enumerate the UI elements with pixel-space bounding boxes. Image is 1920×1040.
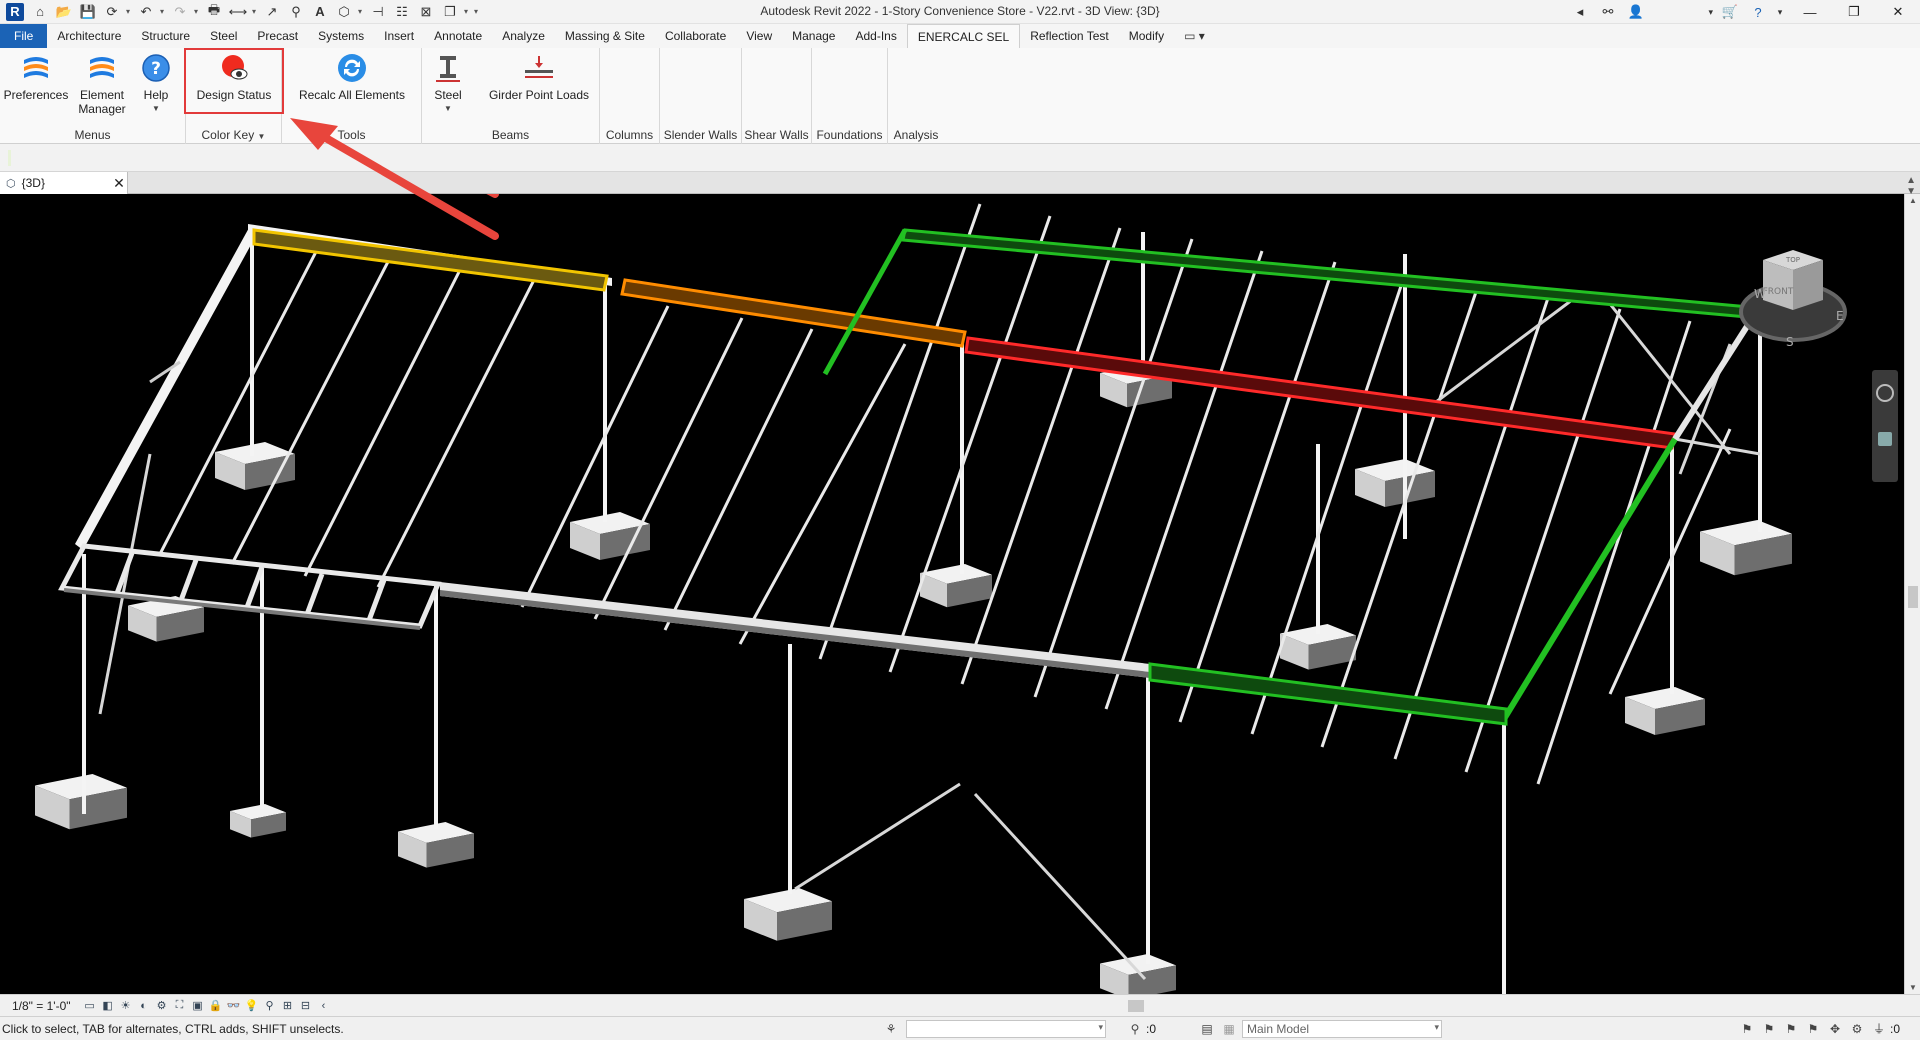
scroll-up-icon[interactable]: ▲ xyxy=(1905,196,1920,205)
temp-hide-icon[interactable]: 👓 xyxy=(226,998,242,1014)
scroll-down-icon[interactable]: ▼ xyxy=(1905,983,1920,992)
highlight-displacement-icon[interactable]: ⊞ xyxy=(280,998,296,1014)
design-option-value: Main Model xyxy=(1247,1021,1310,1036)
columns xyxy=(82,228,1762,994)
shadows-icon[interactable]: ◐ xyxy=(136,998,152,1014)
select-underlay-icon[interactable]: ⚑ xyxy=(1760,1020,1778,1038)
select-pinned-icon[interactable]: ⚑ xyxy=(1782,1020,1800,1038)
status-bar: Click to select, TAB for alternates, CTR… xyxy=(0,1016,1920,1040)
steering-wheel-icon[interactable] xyxy=(1876,384,1894,402)
rendering-icon[interactable]: ⚙ xyxy=(154,998,170,1014)
beam-green-front[interactable] xyxy=(1148,662,1508,726)
lock-view-icon[interactable]: 🔒 xyxy=(208,998,224,1014)
reveal-hidden-icon[interactable]: 💡 xyxy=(244,998,260,1014)
design-options-toggle-icon[interactable]: ▦ xyxy=(1220,1020,1238,1038)
constraints-icon[interactable]: ⊟ xyxy=(298,998,314,1014)
select-links-icon[interactable]: ⚑ xyxy=(1738,1020,1756,1038)
view-scale[interactable]: 1/8" = 1'-0" xyxy=(0,999,81,1013)
analytical-model-icon[interactable]: ⚲ xyxy=(262,998,278,1014)
viewcube[interactable]: TOP FRONT W S E xyxy=(1739,250,1847,349)
vertical-scrollbar[interactable]: ▲ ▼ xyxy=(1904,194,1920,994)
design-option-combo[interactable]: Main Model ▾ xyxy=(1242,1019,1443,1038)
show-crop-icon[interactable]: ▣ xyxy=(190,998,206,1014)
model-canvas[interactable]: TOP FRONT W S E xyxy=(0,194,1904,994)
detail-level-icon[interactable]: ▭ xyxy=(82,998,98,1014)
vertical-scroll-thumb[interactable] xyxy=(1908,586,1918,608)
filter-count: :0 xyxy=(1889,1021,1900,1036)
select-by-face-icon[interactable]: ⚑ xyxy=(1804,1020,1822,1038)
annotation-arrow-overlay xyxy=(290,118,499,240)
revit-window: R ⌂ 📂 💾 ⟳ ▾ ↶ ▾ ↷ ▾ 🖶 ⟷ ▾ ↗ ⚲ A ⬡ ▾ ⊣ ☷ ⊠ ❐ ▾ … xyxy=(0,0,1920,1040)
design-option-dropdown-icon[interactable]: ▾ xyxy=(1434,1022,1439,1033)
workset-count: :0 xyxy=(1146,1021,1157,1036)
compass-w-label[interactable]: W xyxy=(1754,287,1766,301)
filter-icon[interactable]: ⏚ xyxy=(1870,1020,1888,1038)
background-processes-icon[interactable]: ⚙ xyxy=(1848,1020,1866,1038)
view-control-bar: 1/8" = 1'-0" ▭ ◧ ☀ ◐ ⚙ ⛶ ▣ 🔒 👓 💡 ⚲ ⊞ ⊟ ‹ xyxy=(0,994,1920,1016)
beam-red-failing[interactable] xyxy=(964,336,1677,450)
horizontal-scrollbar[interactable] xyxy=(382,999,1902,1013)
compass-e-label[interactable]: E xyxy=(1836,309,1844,323)
collapse-icon[interactable]: ‹ xyxy=(316,998,332,1014)
workset-dropdown-icon[interactable]: ▾ xyxy=(1098,1022,1103,1033)
horizontal-scroll-thumb[interactable] xyxy=(1128,1000,1144,1012)
sun-path-icon[interactable]: ☀ xyxy=(118,998,134,1014)
status-message: Click to select, TAB for alternates, CTR… xyxy=(2,1021,344,1036)
3d-viewport[interactable]: TOP FRONT W S E xyxy=(0,194,1904,994)
editing-requests-icon[interactable]: ⚲ xyxy=(1126,1020,1144,1038)
drag-elements-icon[interactable]: ✥ xyxy=(1826,1020,1844,1038)
navigation-bar[interactable] xyxy=(1872,370,1898,482)
visual-style-icon[interactable]: ◧ xyxy=(100,998,116,1014)
compass-s-label[interactable]: S xyxy=(1786,335,1794,349)
front-beam xyxy=(440,582,1150,678)
design-options-icon[interactable]: ▤ xyxy=(1198,1020,1216,1038)
crop-view-icon[interactable]: ⛶ xyxy=(172,998,188,1014)
zoom-icon[interactable] xyxy=(1878,432,1892,446)
workset-combo[interactable]: ▾ xyxy=(906,1019,1106,1038)
beam-orange-warning[interactable] xyxy=(620,278,967,348)
viewcube-front-label[interactable]: FRONT xyxy=(1763,287,1794,297)
worksets-icon[interactable]: ⚘ xyxy=(882,1020,900,1038)
